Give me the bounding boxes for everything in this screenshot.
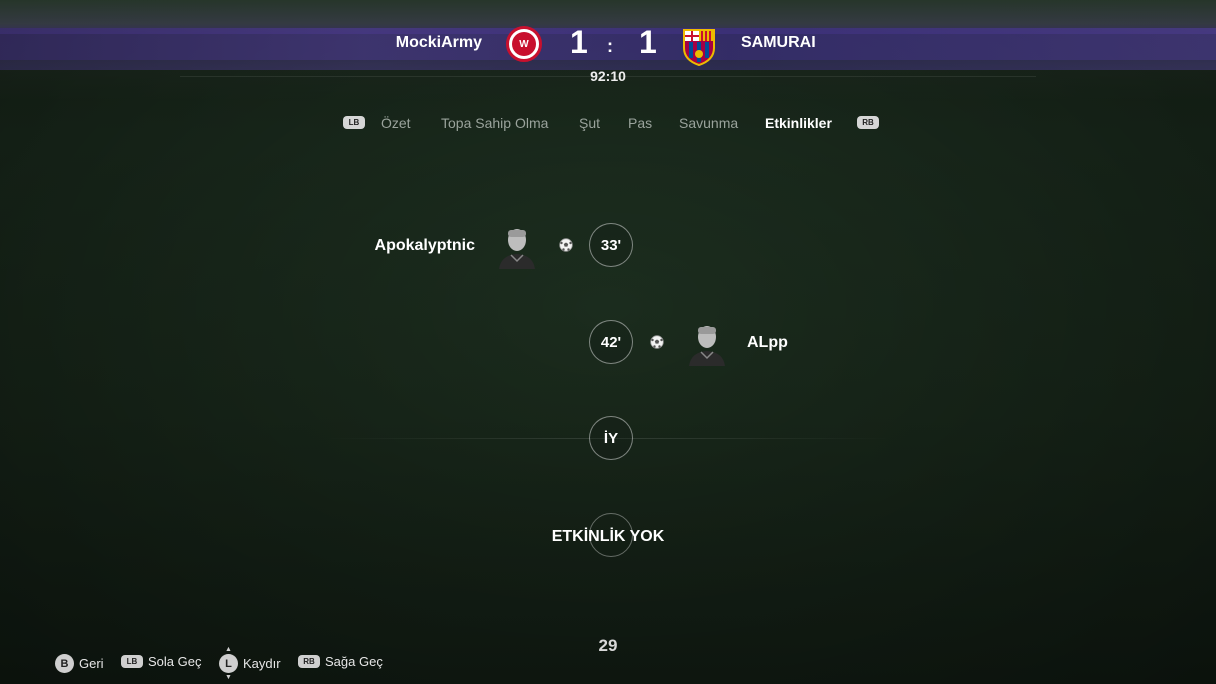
football-icon	[650, 335, 664, 349]
tab-possession[interactable]: Topa Sahip Olma	[441, 115, 548, 131]
no-events-label: ETKİNLİK YOK	[551, 528, 665, 545]
back-label: Geri	[79, 656, 104, 671]
tab-summary[interactable]: Özet	[381, 115, 411, 131]
event-minute: 33'	[589, 223, 633, 267]
next-label: Sağa Geç	[325, 654, 383, 669]
event-player-name: Apokalyptnic	[374, 237, 475, 254]
player-silhouette-icon	[499, 229, 535, 269]
rb-button-icon[interactable]: RB	[857, 116, 879, 129]
tab-shots[interactable]: Şut	[579, 115, 600, 131]
tab-defense[interactable]: Savunma	[679, 115, 738, 131]
away-score: 1	[639, 24, 657, 60]
controls-footer: B Geri LB Sola Geç ▲ L ▼ Kaydır RB Sağa …	[0, 646, 1216, 681]
tab-events[interactable]: Etkinlikler	[765, 115, 832, 131]
half-time-row: İY	[0, 416, 1216, 462]
lb-button-icon: LB	[121, 655, 143, 668]
home-score: 1	[570, 24, 588, 60]
player-silhouette-icon	[689, 326, 725, 366]
next-control[interactable]: RB Sağa Geç	[298, 654, 383, 669]
event-row: 42' ALpp	[0, 320, 1216, 366]
scoreboard: MockiArmy W 1 : 1 SAMURAI	[0, 22, 1216, 66]
lb-button-icon[interactable]: LB	[343, 116, 365, 129]
scroll-label: Kaydır	[243, 656, 281, 671]
event-minute: 42'	[589, 320, 633, 364]
football-icon	[559, 238, 573, 252]
match-clock: 92:10	[590, 68, 626, 84]
home-team-crest-icon: W	[506, 26, 542, 62]
half-time-marker: İY	[589, 416, 633, 460]
scroll-control[interactable]: ▲ L ▼ Kaydır	[219, 646, 281, 681]
tab-passes[interactable]: Pas	[628, 115, 652, 131]
event-player-name: ALpp	[747, 334, 788, 351]
back-control[interactable]: B Geri	[55, 654, 104, 673]
away-team-name: SAMURAI	[741, 34, 816, 51]
prev-control[interactable]: LB Sola Geç	[121, 654, 201, 669]
prev-label: Sola Geç	[148, 654, 202, 669]
left-stick-icon: ▲ L ▼	[219, 646, 238, 681]
home-team-name: MockiArmy	[395, 34, 482, 51]
event-row: Apokalyptnic 33'	[0, 223, 1216, 269]
stats-tabs: LB Özet Topa Sahip Olma Şut Pas Savunma …	[0, 112, 1216, 134]
rb-button-icon: RB	[298, 655, 320, 668]
score-separator: :	[607, 36, 613, 56]
away-team-crest-icon	[683, 29, 715, 66]
b-button-icon: B	[55, 654, 74, 673]
